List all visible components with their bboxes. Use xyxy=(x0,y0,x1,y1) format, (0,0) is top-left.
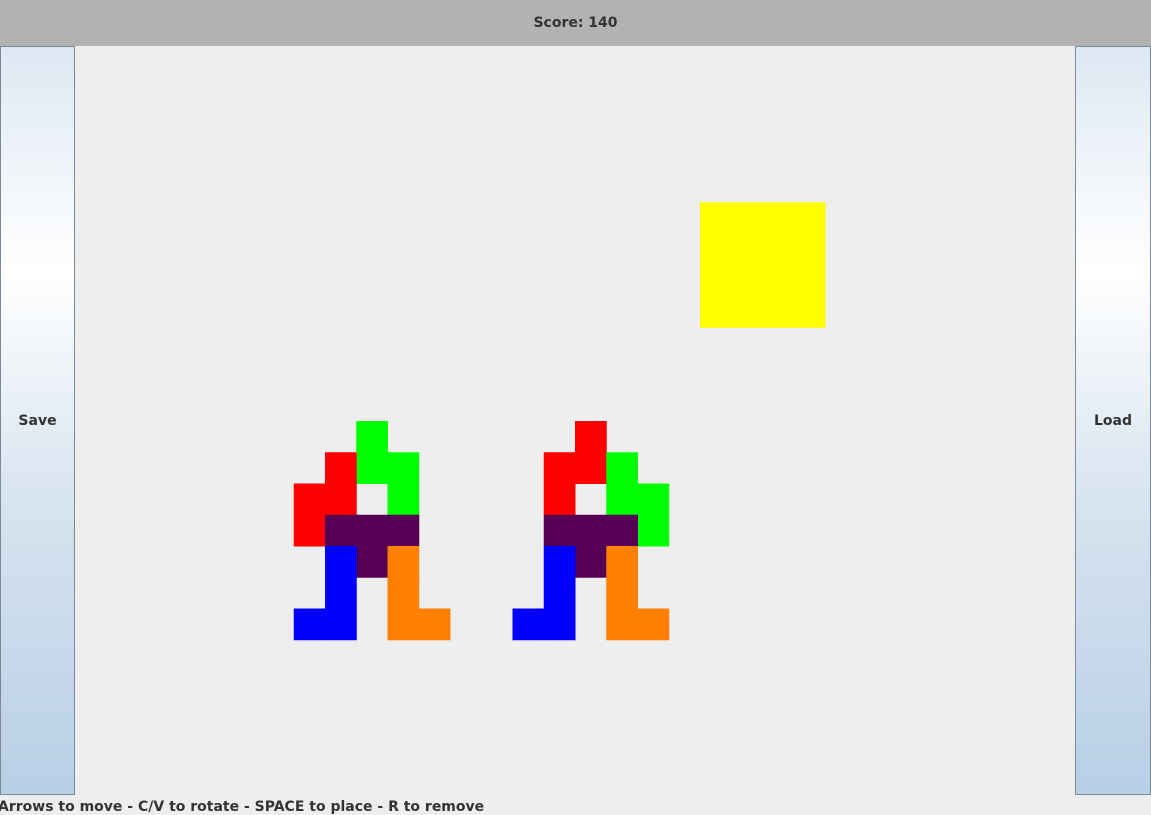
piece-cell xyxy=(293,483,326,516)
score-display: Score: 140 xyxy=(0,0,1151,46)
placed-orange-piece xyxy=(606,546,670,641)
piece-cell xyxy=(606,577,638,609)
piece-cell xyxy=(731,233,763,266)
piece-cell xyxy=(325,577,357,609)
piece-cell xyxy=(356,421,388,453)
placed-orange-piece xyxy=(387,546,451,641)
piece-cell xyxy=(325,483,357,516)
piece-cell xyxy=(512,608,545,641)
piece-cell xyxy=(387,546,420,578)
piece-cell xyxy=(543,577,576,609)
piece-cell xyxy=(543,514,576,547)
piece-cell xyxy=(700,296,732,328)
piece-cell xyxy=(606,546,638,578)
piece-cell xyxy=(637,514,670,547)
placed-green-piece xyxy=(356,421,420,516)
piece-cell xyxy=(325,514,357,547)
piece-cell xyxy=(387,514,420,547)
placed-blue-piece xyxy=(293,546,357,641)
piece-cell xyxy=(356,514,388,547)
piece-cell xyxy=(762,202,795,234)
save-button-label: Save xyxy=(18,412,57,429)
piece-cell xyxy=(762,296,795,328)
piece-cell xyxy=(700,233,732,266)
piece-cell xyxy=(793,233,826,266)
piece-cell xyxy=(700,264,732,297)
piece-cell xyxy=(606,608,638,641)
piece-cell xyxy=(387,608,420,641)
save-button[interactable]: Save xyxy=(0,46,75,795)
piece-cell xyxy=(543,452,576,484)
piece-cell xyxy=(606,483,638,516)
piece-cell xyxy=(575,546,607,578)
load-button-label: Load xyxy=(1093,412,1132,429)
piece-cell xyxy=(293,608,326,641)
piece-cell xyxy=(731,296,763,328)
piece-cell xyxy=(387,483,420,516)
placed-blue-piece xyxy=(512,546,576,641)
piece-cell xyxy=(606,452,638,484)
piece-cell xyxy=(793,296,826,328)
piece-cell xyxy=(543,608,576,641)
piece-cell xyxy=(606,514,638,547)
piece-cell xyxy=(575,452,607,484)
game-board[interactable] xyxy=(75,46,1075,795)
load-button[interactable]: Load xyxy=(1075,46,1151,795)
piece-cell xyxy=(325,452,357,484)
piece-cell xyxy=(543,546,576,578)
piece-cell xyxy=(762,264,795,297)
piece-cell xyxy=(700,202,732,234)
piece-cell xyxy=(325,608,357,641)
piece-cell xyxy=(387,577,420,609)
piece-cell xyxy=(325,546,357,578)
active-yellow-piece[interactable] xyxy=(700,202,826,328)
piece-cell xyxy=(575,421,607,453)
piece-cell xyxy=(637,608,670,641)
board-canvas xyxy=(293,202,826,641)
piece-cell xyxy=(356,546,388,578)
piece-cell xyxy=(637,483,670,516)
placed-red-piece xyxy=(543,421,607,516)
piece-cell xyxy=(762,233,795,266)
piece-cell xyxy=(387,452,420,484)
piece-cell xyxy=(793,264,826,297)
piece-cell xyxy=(418,608,451,641)
piece-cell xyxy=(543,483,576,516)
piece-cell xyxy=(793,202,826,234)
score-text: Score: 140 xyxy=(533,15,618,31)
piece-cell xyxy=(575,514,607,547)
piece-cell xyxy=(731,264,763,297)
piece-cell xyxy=(731,202,763,234)
piece-cell xyxy=(356,452,388,484)
piece-cell xyxy=(293,514,326,547)
